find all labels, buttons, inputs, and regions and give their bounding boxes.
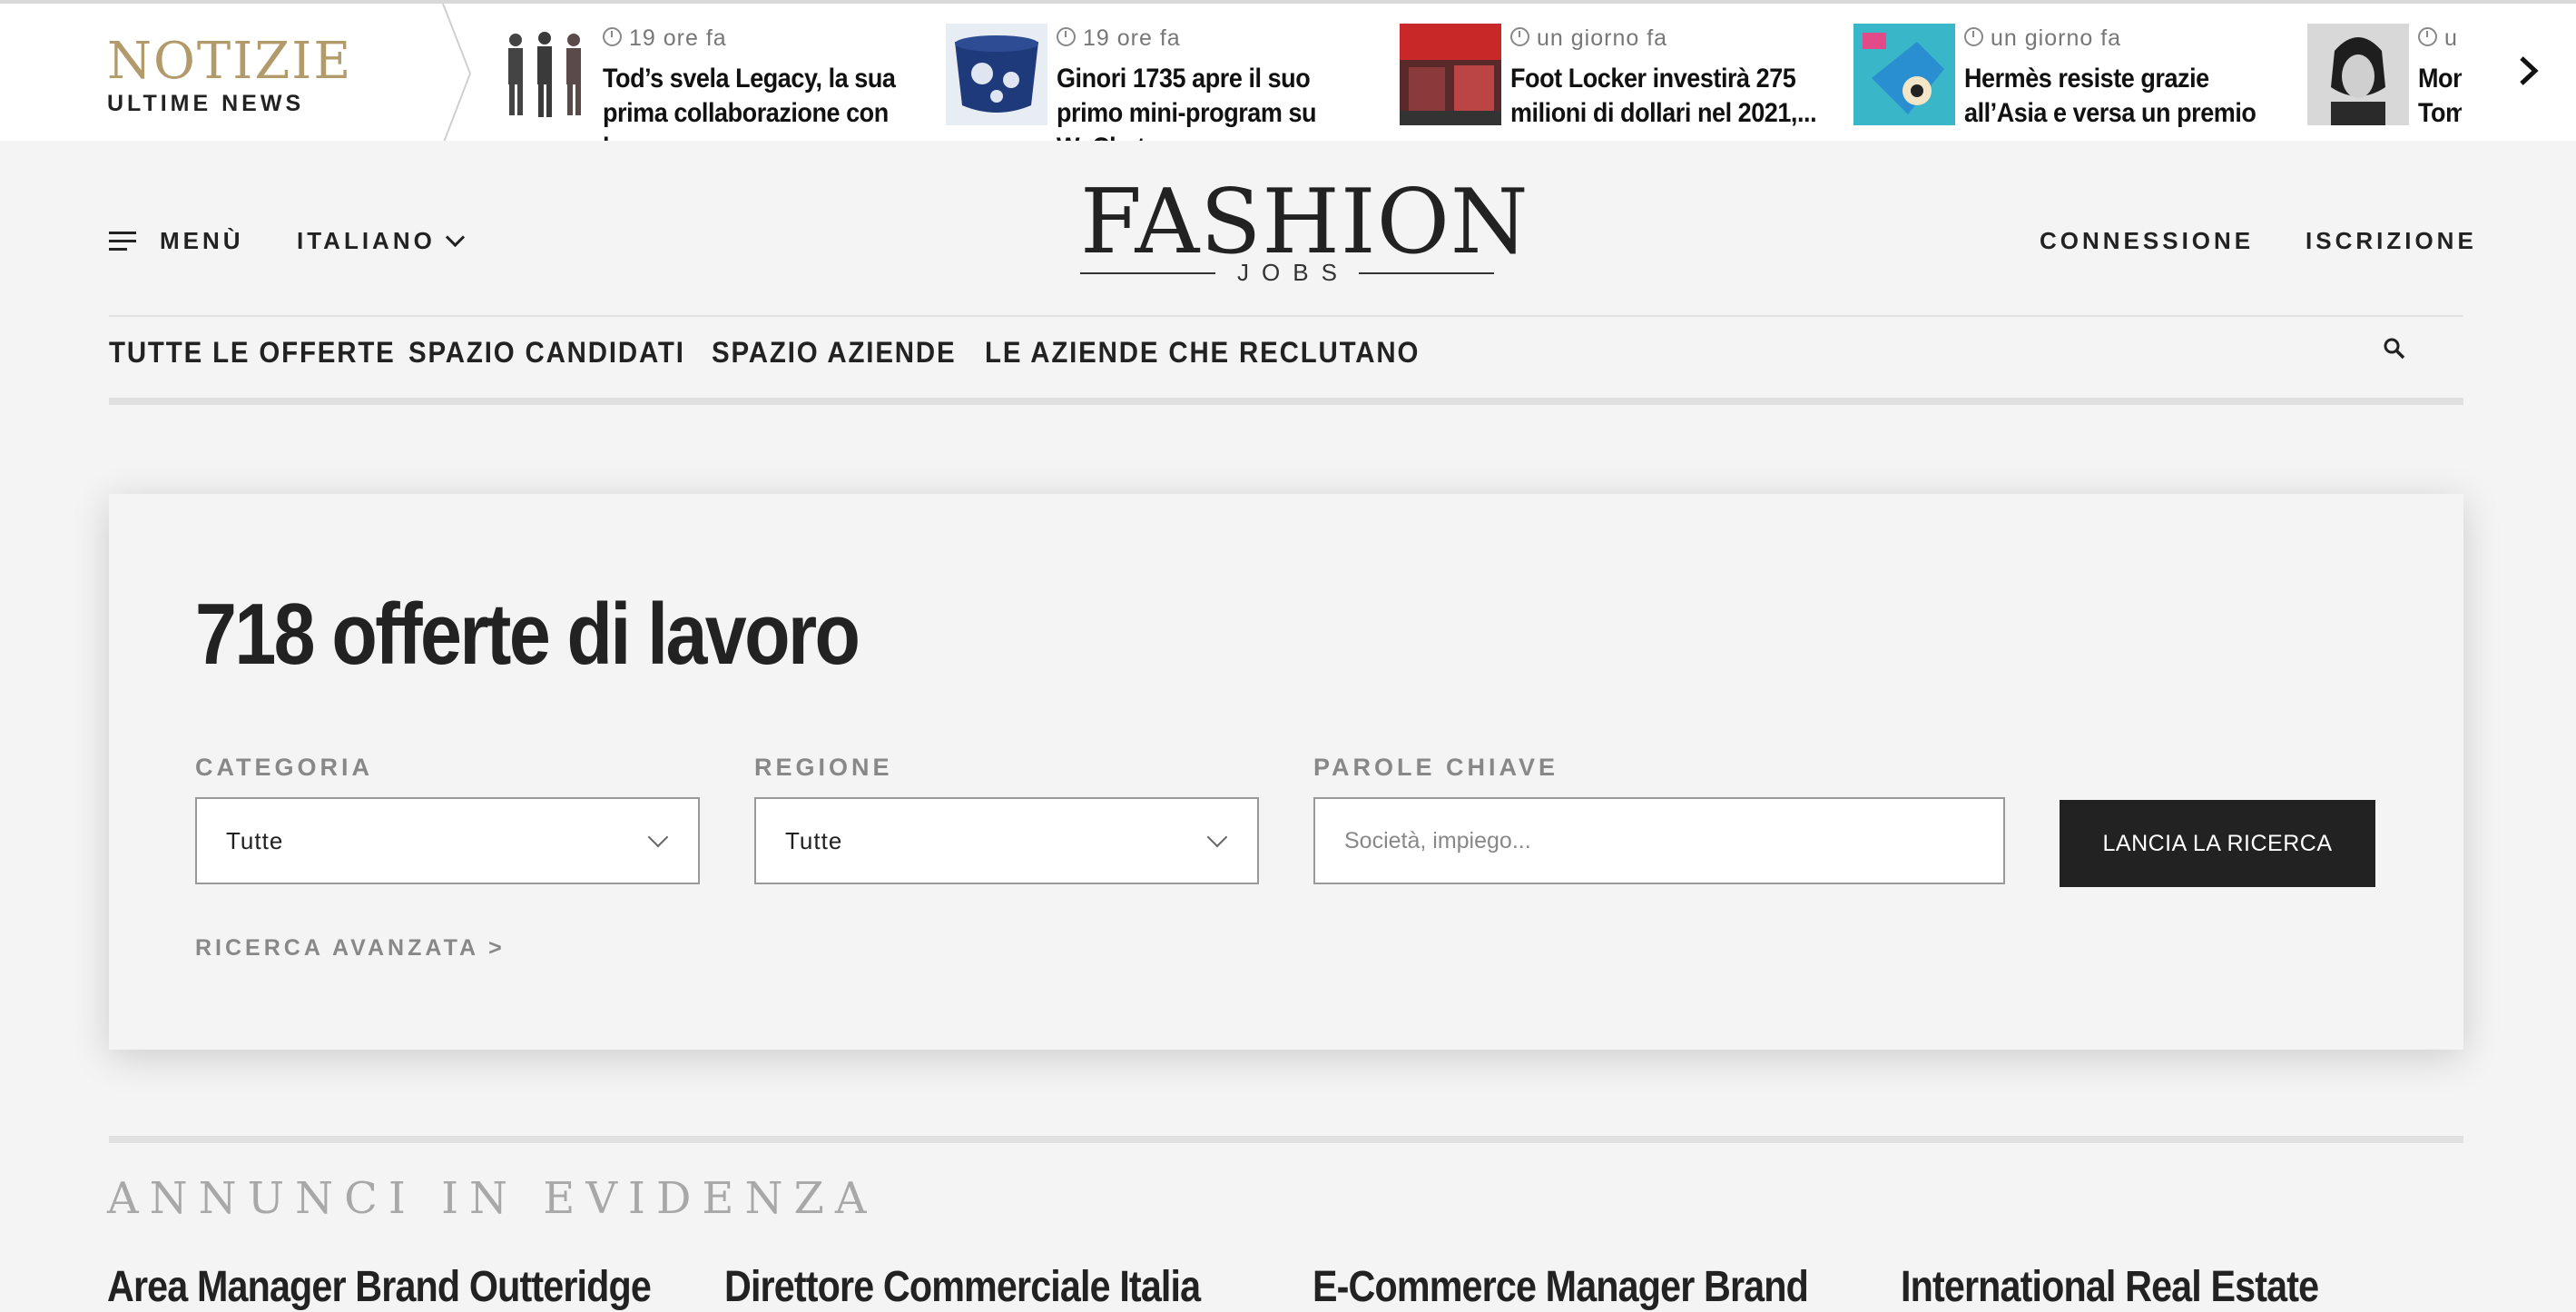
featured-job-title[interactable]: Area Manager Brand Outteridge bbox=[107, 1262, 652, 1312]
news-thumbnail bbox=[946, 24, 1047, 125]
ticker-brand-subtitle: ULTIME NEWS bbox=[107, 91, 305, 116]
news-thumbnail bbox=[1853, 24, 1955, 125]
logo-main-text: FASHION bbox=[1080, 171, 1529, 274]
news-time: 19 ore fa bbox=[629, 25, 727, 51]
advanced-search-link[interactable]: RICERCA AVANZATA > bbox=[195, 935, 506, 962]
news-thumbnail bbox=[1400, 24, 1501, 125]
region-select[interactable]: Tutte bbox=[754, 797, 1259, 884]
clock-icon bbox=[1057, 27, 1076, 46]
language-selector[interactable]: ITALIANO bbox=[297, 227, 465, 255]
category-select[interactable]: Tutte bbox=[195, 797, 700, 884]
clock-icon bbox=[1510, 27, 1529, 46]
news-item[interactable]: 19 ore fa Ginori 1735 apre il suo primo … bbox=[946, 24, 1372, 141]
category-label: CATEGORIA bbox=[195, 754, 373, 781]
news-time: un giorno fa bbox=[1991, 25, 2122, 51]
ticker-brand[interactable]: NOTIZIE ULTIME NEWS bbox=[107, 35, 352, 117]
category-value: Tutte bbox=[226, 826, 284, 854]
site-logo[interactable]: FASHION JOBS bbox=[1080, 171, 1529, 287]
ticker-brand-title: NOTIZIE bbox=[107, 32, 353, 91]
nav-companies[interactable]: SPAZIO AZIENDE bbox=[712, 336, 956, 370]
menu-button[interactable]: MENÙ bbox=[109, 227, 244, 255]
news-item[interactable]: u Mon Tom bbox=[2307, 24, 2462, 129]
clock-icon bbox=[603, 27, 622, 46]
keywords-input[interactable] bbox=[1313, 797, 2005, 884]
search-submit-button[interactable]: LANCIA LA RICERCA bbox=[2060, 800, 2375, 887]
news-title[interactable]: Ginori 1735 apre il suo primo mini-progr… bbox=[1057, 62, 1367, 141]
menu-label: MENÙ bbox=[160, 227, 244, 254]
chevron-down-icon bbox=[445, 227, 465, 248]
news-title[interactable]: Tod’s svela Legacy, la sua prima collabo… bbox=[603, 62, 913, 141]
news-title[interactable]: Hermès resiste grazie all’Asia e versa u… bbox=[1964, 62, 2275, 141]
language-label: ITALIANO bbox=[297, 227, 436, 254]
clock-icon bbox=[2418, 27, 2437, 46]
ticker-separator bbox=[442, 4, 472, 141]
featured-job-title[interactable]: E-Commerce Manager Brand bbox=[1313, 1262, 1809, 1312]
chevron-down-icon bbox=[1206, 826, 1228, 848]
news-time: u bbox=[2444, 25, 2458, 51]
region-label: REGIONE bbox=[754, 754, 893, 781]
login-link[interactable]: CONNESSIONE bbox=[2040, 227, 2254, 255]
news-thumbnail bbox=[492, 24, 594, 125]
news-title[interactable]: Foot Locker investirà 275 milioni di dol… bbox=[1510, 62, 1821, 131]
news-time: un giorno fa bbox=[1537, 25, 1668, 51]
search-icon[interactable] bbox=[2382, 336, 2407, 361]
job-search-panel: 718 offerte di lavoro CATEGORIA Tutte RE… bbox=[109, 494, 2463, 1050]
logo-sub-text: JOBS bbox=[1237, 259, 1350, 286]
nav-all-offers[interactable]: TUTTE LE OFFERTE bbox=[109, 336, 396, 370]
news-time: 19 ore fa bbox=[1083, 25, 1181, 51]
news-thumbnail bbox=[2307, 24, 2409, 125]
news-item[interactable]: un giorno fa Foot Locker investirà 275 m… bbox=[1400, 24, 1826, 129]
news-item[interactable]: 19 ore fa Tod’s svela Legacy, la sua pri… bbox=[492, 24, 919, 141]
job-count-heading: 718 offerte di lavoro bbox=[195, 586, 860, 683]
nav-underline bbox=[109, 398, 2463, 405]
news-title[interactable]: Mon Tom bbox=[2418, 62, 2462, 129]
news-item[interactable]: un giorno fa Hermès resiste grazie all’A… bbox=[1853, 24, 2280, 141]
ticker-next-button[interactable] bbox=[2502, 44, 2556, 98]
news-ticker: NOTIZIE ULTIME NEWS 19 ore fa Tod’s svel… bbox=[0, 0, 2576, 141]
signup-link[interactable]: ISCRIZIONE bbox=[2306, 227, 2477, 255]
section-divider bbox=[109, 1136, 2463, 1143]
logo-rule bbox=[1080, 271, 1216, 274]
featured-job-title[interactable]: Direttore Commerciale Italia bbox=[724, 1262, 1201, 1312]
clock-icon bbox=[1964, 27, 1983, 46]
region-value: Tutte bbox=[785, 826, 843, 854]
hamburger-icon bbox=[109, 231, 136, 252]
featured-job-title[interactable]: International Real Estate bbox=[1901, 1262, 2319, 1312]
chevron-right-icon bbox=[2520, 56, 2539, 85]
logo-rule bbox=[1358, 271, 1494, 274]
header-divider bbox=[109, 315, 2463, 317]
keywords-label: PAROLE CHIAVE bbox=[1313, 754, 1559, 781]
nav-hiring-companies[interactable]: LE AZIENDE CHE RECLUTANO bbox=[985, 336, 1420, 370]
featured-section-title: ANNUNCI IN EVIDENZA bbox=[107, 1173, 878, 1224]
chevron-down-icon bbox=[647, 826, 669, 848]
nav-candidates[interactable]: SPAZIO CANDIDATI bbox=[408, 336, 685, 370]
